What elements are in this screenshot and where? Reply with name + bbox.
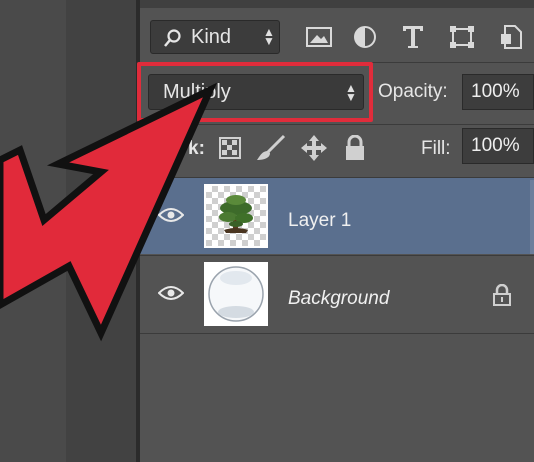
pointer-arrow-overlay	[0, 82, 218, 342]
